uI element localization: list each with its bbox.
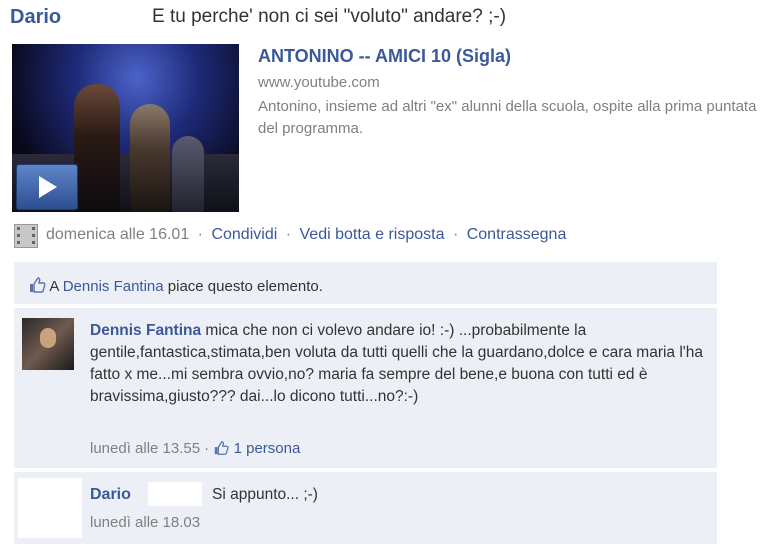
comment-item	[14, 472, 717, 544]
comment-timestamp[interactable]: lunedì alle 13.55	[90, 440, 200, 457]
likes-prefix: A	[49, 278, 59, 295]
see-thread-link[interactable]: Vedi botta e risposta	[300, 226, 445, 243]
likes-summary: A Dennis Fantina piace questo elemento.	[28, 276, 323, 295]
comment-likes-link[interactable]: 1 persona	[234, 440, 301, 457]
comment-body: Dennis Fantina mica che non ci volevo an…	[90, 320, 710, 408]
separator: ·	[452, 226, 459, 243]
video-film-icon	[14, 224, 38, 248]
avatar[interactable]	[18, 478, 82, 538]
play-icon[interactable]	[16, 164, 78, 210]
video-thumbnail[interactable]	[12, 44, 239, 212]
thumbs-up-icon	[215, 441, 230, 455]
post-timestamp[interactable]: domenica alle 16.01	[46, 226, 189, 243]
comment-author-link[interactable]: Dario	[90, 486, 131, 504]
video-title-link[interactable]: ANTONINO -- AMICI 10 (Sigla)	[258, 46, 511, 67]
thumbs-up-icon	[30, 277, 46, 293]
post-action-bar: domenica alle 16.01 · Condividi · Vedi b…	[46, 226, 566, 244]
redacted-area	[148, 482, 202, 506]
separator: ·	[285, 226, 292, 243]
liker-name-link[interactable]: Dennis Fantina	[63, 278, 164, 295]
comment-timestamp[interactable]: lunedì alle 18.03	[90, 514, 200, 531]
post-message: E tu perche' non ci sei "voluto" andare?…	[152, 6, 507, 27]
comment-text: Si appunto... ;-)	[212, 486, 318, 503]
share-link[interactable]: Condividi	[211, 226, 277, 243]
video-description: Antonino, insieme ad altri "ex" alunni d…	[258, 98, 757, 137]
avatar[interactable]	[22, 318, 74, 370]
video-source-url: www.youtube.com	[258, 74, 380, 91]
likes-suffix: piace questo elemento.	[167, 278, 323, 295]
flag-link[interactable]: Contrassegna	[467, 226, 567, 243]
comment-meta: lunedì alle 13.55 · 1 persona	[90, 440, 300, 457]
separator: ·	[197, 226, 203, 243]
post-author-name[interactable]: Dario	[10, 6, 61, 29]
comment-author-link[interactable]: Dennis Fantina	[90, 322, 201, 339]
separator: ·	[204, 440, 210, 457]
